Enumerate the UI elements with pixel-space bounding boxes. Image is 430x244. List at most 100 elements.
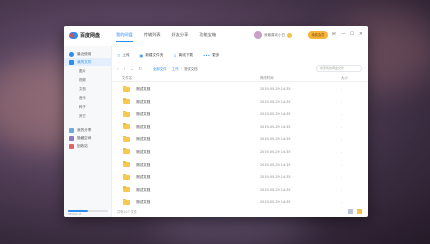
close-icon[interactable]: ✕: [359, 32, 363, 37]
sidebar-item-recycle-bin[interactable]: 回收站: [64, 142, 111, 150]
header-name[interactable]: 文件名: [122, 75, 132, 80]
back-icon[interactable]: ‹: [117, 66, 119, 71]
sidebar-item-images[interactable]: 图片: [64, 66, 111, 75]
file-size: -: [341, 87, 343, 91]
file-name[interactable]: 测试文档: [136, 100, 150, 105]
crumb-all-files[interactable]: 全部文件: [153, 66, 167, 71]
sidebar-item-my-files[interactable]: 我的文件: [64, 58, 111, 66]
file-name[interactable]: 测试文档: [136, 150, 150, 155]
table-row[interactable]: 测试文档 2019-05-29 14:35 -: [112, 133, 368, 146]
table-row[interactable]: 测试文档 2019-05-29 14:35 -: [112, 96, 368, 109]
file-name[interactable]: 测试文档: [136, 112, 150, 117]
search-input[interactable]: 搜索我的网盘文件: [316, 65, 362, 72]
file-date: 2019-05-29 14:35: [260, 87, 291, 91]
sidebar-item-my-share[interactable]: 我的分享: [64, 126, 111, 134]
avatar[interactable]: [254, 31, 262, 39]
refresh-icon[interactable]: ↻: [139, 66, 142, 71]
view-switcher: [344, 209, 362, 214]
folder-icon: [123, 173, 130, 180]
file-size: -: [341, 162, 343, 167]
cloud-logo-icon: [69, 32, 78, 39]
folder-icon: [69, 59, 74, 65]
sidebar-item-others[interactable]: 其它: [64, 111, 111, 120]
grid-view-icon[interactable]: [348, 209, 353, 214]
user-area[interactable]: 我最喜欢小白: [254, 31, 292, 39]
sidebar-item-recent[interactable]: 最近使用: [64, 50, 111, 58]
trash-icon: [69, 143, 74, 149]
sidebar-item-videos[interactable]: 视频: [64, 75, 111, 84]
file-name[interactable]: 测试文档: [136, 163, 150, 168]
maximize-icon[interactable]: ☐: [350, 32, 354, 37]
user-name[interactable]: 我最喜欢小白: [264, 33, 285, 38]
table-row[interactable]: 测试文档 2019-05-29 14:35 -: [112, 146, 368, 159]
sidebar-item-music[interactable]: 音乐: [64, 93, 111, 102]
crumb-work[interactable]: 工作: [172, 66, 179, 71]
file-date: 2019-05-29 14:35: [260, 200, 291, 205]
file-name[interactable]: 测试文档: [136, 200, 150, 205]
forward-icon[interactable]: ›: [124, 66, 126, 71]
list-view-icon[interactable]: [357, 209, 362, 214]
new-folder-button[interactable]: ▣ 新建文件夹: [140, 53, 164, 58]
file-name[interactable]: 测试文档: [136, 87, 150, 92]
storage-indicator: 565G/1.1T: [68, 210, 108, 216]
file-name[interactable]: 测试文档: [136, 175, 150, 180]
table-row[interactable]: 测试文档 2019-05-29 14:35 -: [112, 159, 368, 172]
sidebar-item-label: 最近使用: [77, 51, 92, 56]
file-date: 2019-05-29 14:35: [260, 99, 291, 104]
sidebar-item-docs[interactable]: 文档: [64, 84, 111, 93]
sidebar-item-hidden-space[interactable]: 隐藏空间: [64, 134, 111, 142]
offline-download-label: 离线下载: [178, 52, 194, 57]
file-date: 2019-05-29 14:35: [260, 124, 291, 129]
breadcrumb: 全部文件 › 工作 › 测试文档: [153, 66, 198, 71]
dropdown-icon[interactable]: ⌄: [130, 66, 133, 71]
file-size: -: [341, 99, 343, 104]
new-folder-label: 新建文件夹: [145, 52, 164, 57]
file-date: 2019-05-29 14:35: [260, 137, 291, 142]
file-name[interactable]: 测试文档: [136, 125, 150, 130]
sidebar-item-torrents[interactable]: 种子: [64, 102, 111, 111]
sidebar-item-label: 我的分享: [77, 127, 92, 132]
more-button[interactable]: ••• 更多: [203, 53, 219, 58]
folder-icon: [123, 85, 130, 92]
tab-friend-share[interactable]: 好友分享: [172, 32, 189, 42]
app-logo: 百度网盘: [69, 32, 100, 39]
offline-download-button[interactable]: ⇩ 离线下载: [173, 53, 193, 58]
tab-my-disk[interactable]: 我的网盘: [116, 32, 133, 42]
mail-icon[interactable]: ✉: [332, 32, 336, 37]
vip-badge-icon: [287, 32, 292, 38]
file-date: 2019-05-29 14:35: [260, 175, 291, 180]
tab-transfer-list[interactable]: 传输列表: [144, 32, 161, 42]
table-row[interactable]: 测试文档 2019-05-29 14:35 -: [112, 121, 368, 134]
file-size: -: [341, 187, 343, 192]
header-size[interactable]: 大小: [341, 75, 348, 80]
file-name[interactable]: 测试文档: [136, 188, 150, 193]
table-row[interactable]: 测试文档 2019-05-29 14:35 -: [112, 171, 368, 184]
header-date[interactable]: 修改时间: [260, 75, 274, 80]
renew-member-button[interactable]: 续费会员: [308, 31, 328, 39]
table-row[interactable]: 测试文档 2019-05-29 14:35 -: [112, 184, 368, 197]
upload-button[interactable]: ⇪ 上传: [117, 53, 130, 58]
file-date: 2019-05-29 14:35: [260, 187, 291, 192]
tab-tool-box[interactable]: 功能宝箱: [199, 32, 216, 42]
table-row[interactable]: 测试文档 2019-05-29 14:35 -: [112, 83, 368, 96]
sidebar-item-label: 我的文件: [77, 59, 92, 64]
crumb-separator: ›: [168, 66, 170, 70]
title-bar: 百度网盘 我的网盘 传输列表 好友分享 功能宝箱 我最喜欢小白 续费会员 ✉ —…: [64, 26, 368, 46]
crumb-separator: ›: [180, 66, 182, 70]
storage-fill: [68, 210, 88, 212]
folder-icon: [123, 123, 130, 130]
file-size: -: [341, 124, 343, 129]
table-header: 文件名 修改时间 大小: [112, 74, 368, 82]
file-date: 2019-05-29 14:35: [260, 162, 291, 167]
download-icon: ⇩: [173, 52, 177, 58]
upload-label: 上传: [122, 52, 130, 57]
file-size: -: [341, 149, 343, 154]
app-name: 百度网盘: [80, 33, 101, 39]
minimize-icon[interactable]: —: [341, 32, 346, 37]
table-row[interactable]: 测试文档 2019-05-29 14:35 -: [112, 108, 368, 121]
storage-bar: [68, 210, 108, 212]
sidebar-item-label: 隐藏空间: [77, 135, 92, 140]
file-name[interactable]: 测试文档: [136, 137, 150, 142]
path-bar: ‹ › ⌄ ↻ 全部文件 › 工作 › 测试文档 搜索我的网盘文件: [112, 64, 368, 73]
folder-icon: [123, 186, 130, 193]
